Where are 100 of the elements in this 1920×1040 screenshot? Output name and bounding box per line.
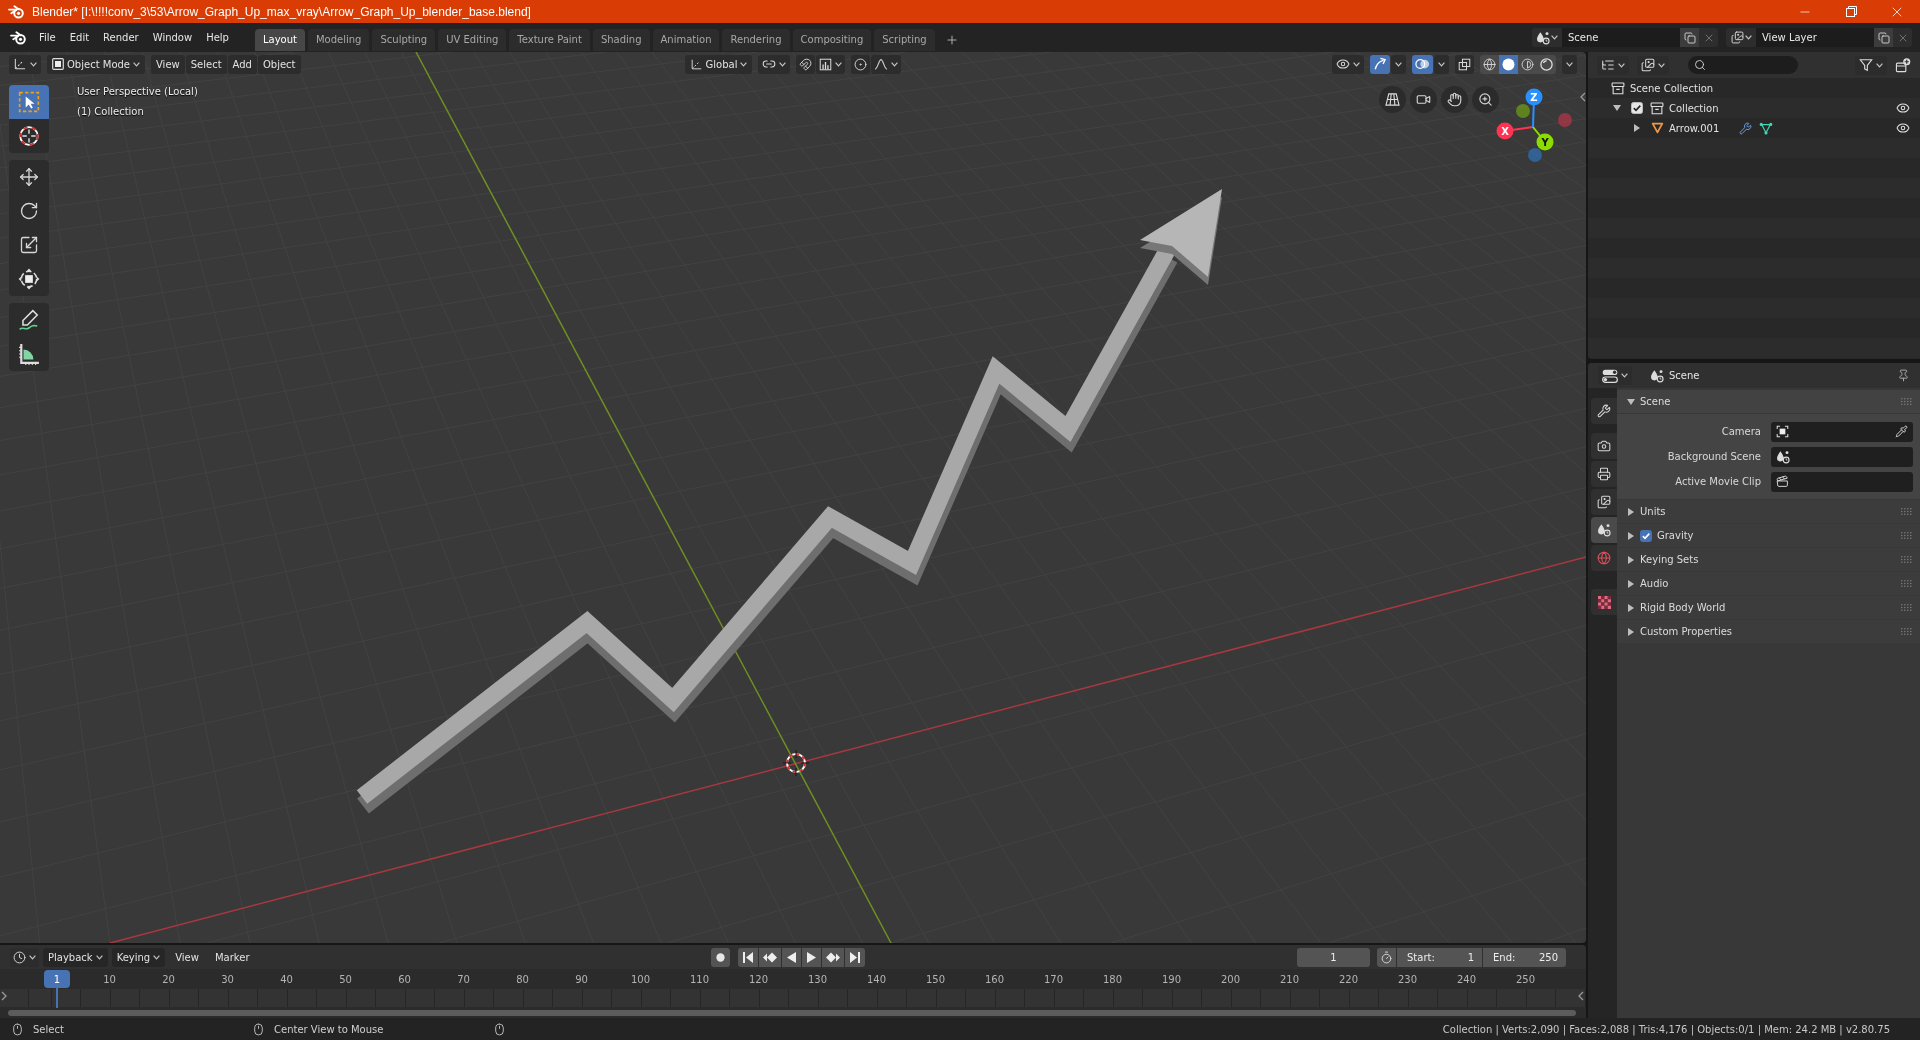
overlay-toggle[interactable]	[1412, 54, 1433, 74]
panel-header[interactable]: Scene	[1617, 390, 1920, 413]
scene-name-field[interactable]: Scene	[1562, 28, 1680, 47]
drag-handle-icon[interactable]	[1901, 604, 1912, 611]
properties-tab[interactable]	[1591, 517, 1617, 543]
end-frame-field[interactable]: End: 250	[1483, 947, 1566, 967]
menu-item[interactable]: Select	[185, 54, 227, 74]
visibility-dropdown[interactable]	[1332, 54, 1364, 74]
restore-icon[interactable]	[1845, 6, 1857, 17]
menu-item[interactable]: File	[32, 27, 63, 48]
panel-header[interactable]: Rigid Body World	[1617, 596, 1920, 619]
pivot-dropdown[interactable]	[758, 54, 791, 74]
previous-keyframe-button[interactable]	[759, 947, 781, 967]
disclosure-triangle-icon[interactable]	[1627, 603, 1635, 612]
navigation-button[interactable]	[1472, 86, 1499, 113]
gizmo-dropdown[interactable]	[1391, 54, 1406, 74]
disclosure-triangle-icon[interactable]	[1627, 397, 1635, 406]
navigation-button[interactable]	[1410, 86, 1437, 113]
disclosure-triangle-icon[interactable]	[1633, 124, 1641, 132]
shading-mode-button[interactable]	[1499, 54, 1518, 74]
scene-browse-button[interactable]	[1532, 28, 1562, 47]
menu-item[interactable]: View	[169, 947, 205, 967]
properties-tab[interactable]	[1591, 433, 1617, 459]
workspace-tab[interactable]: Animation	[652, 28, 720, 51]
workspace-tab[interactable]: Texture Paint	[509, 28, 590, 51]
axis-handle[interactable]: X	[1496, 122, 1534, 140]
menu-item[interactable]: Add	[227, 54, 257, 74]
navigation-button[interactable]	[1441, 86, 1468, 113]
horizontal-scrollbar[interactable]	[8, 1009, 1576, 1016]
proportional-edit-toggle[interactable]	[851, 54, 871, 74]
workspace-tab[interactable]: Rendering	[722, 28, 790, 51]
current-frame-marker[interactable]: 1	[44, 970, 70, 988]
menu-item[interactable]: View	[151, 54, 185, 74]
shading-mode-button[interactable]	[1518, 54, 1537, 74]
workspace-tab[interactable]: Shading	[592, 28, 650, 51]
menu-item[interactable]: Edit	[62, 27, 97, 48]
drag-handle-icon[interactable]	[1901, 532, 1912, 539]
drag-handle-icon[interactable]	[1901, 628, 1912, 635]
panel-header[interactable]: Audio	[1617, 572, 1920, 595]
checkbox[interactable]	[1640, 529, 1652, 542]
outliner-item[interactable]: Arrow.001	[1669, 122, 1720, 134]
tool-button[interactable]	[9, 303, 49, 337]
plus-icon[interactable]	[944, 32, 959, 47]
editor-type-button[interactable]	[1598, 366, 1632, 385]
record-button[interactable]	[711, 947, 730, 967]
filter-dropdown[interactable]	[1855, 55, 1887, 75]
tool-button[interactable]	[9, 119, 49, 153]
play-reverse-button[interactable]	[782, 947, 801, 967]
outliner-item[interactable]: Collection	[1669, 102, 1719, 114]
axis-dot-icon[interactable]	[1516, 104, 1530, 118]
pin-icon[interactable]	[1897, 369, 1910, 382]
workspace-tab[interactable]: Scripting	[874, 28, 935, 51]
disclosure-triangle-icon[interactable]	[1627, 627, 1635, 636]
editor-type-button[interactable]	[10, 947, 39, 967]
eyedropper-icon[interactable]	[1895, 425, 1908, 438]
snap-target-dropdown[interactable]	[816, 54, 846, 74]
disclosure-triangle-icon[interactable]	[1627, 579, 1635, 588]
start-frame-field[interactable]: Start: 1	[1397, 947, 1482, 967]
menu-item[interactable]: Render	[96, 27, 146, 48]
disclosure-triangle-icon[interactable]	[1613, 104, 1621, 112]
view-layer-browse-button[interactable]	[1726, 28, 1756, 47]
remove-button[interactable]	[1699, 28, 1718, 47]
display-mode-dropdown[interactable]	[1597, 55, 1629, 75]
chevron-left-icon[interactable]	[1578, 991, 1584, 1001]
arrow-object-drawing[interactable]	[356, 189, 1222, 814]
panel-header[interactable]: Custom Properties	[1617, 620, 1920, 643]
menu-item[interactable]: Marker	[208, 947, 256, 967]
remove-button[interactable]	[1893, 28, 1912, 47]
tool-button[interactable]	[9, 262, 49, 296]
properties-tab[interactable]	[1591, 589, 1617, 615]
drag-handle-icon[interactable]	[1901, 508, 1912, 515]
drag-handle-icon[interactable]	[1901, 556, 1912, 563]
menu-item[interactable]: Help	[199, 27, 236, 48]
eye-icon[interactable]	[1896, 121, 1910, 135]
properties-tab[interactable]	[1591, 489, 1617, 515]
disclosure-triangle-icon[interactable]	[1627, 531, 1635, 540]
gizmo-toggle[interactable]	[1370, 54, 1390, 74]
falloff-dropdown[interactable]	[871, 54, 902, 74]
copy-button[interactable]	[1680, 28, 1699, 47]
menu-item[interactable]: Object	[257, 54, 301, 74]
navigation-button[interactable]	[1379, 86, 1406, 113]
panel-header[interactable]: Units	[1617, 500, 1920, 523]
jump-start-button[interactable]	[738, 947, 758, 967]
search-field[interactable]	[1688, 56, 1798, 74]
chevron-right-icon[interactable]	[1, 991, 7, 1001]
disclosure-triangle-icon[interactable]	[1627, 555, 1635, 564]
data-block-field[interactable]	[1771, 446, 1913, 467]
properties-tab[interactable]	[1591, 398, 1617, 424]
editor-type-button[interactable]	[9, 54, 41, 74]
workspace-tab[interactable]: UV Editing	[438, 28, 507, 51]
checkbox[interactable]	[1631, 102, 1643, 114]
workspace-tab[interactable]: Modeling	[307, 28, 370, 51]
data-block-field[interactable]	[1771, 471, 1913, 492]
wrench-icon[interactable]	[1739, 121, 1753, 135]
current-frame-field[interactable]: 1	[1297, 947, 1370, 967]
disclosure-triangle-icon[interactable]	[1627, 507, 1635, 516]
drag-handle-icon[interactable]	[1901, 580, 1912, 587]
outliner-item[interactable]: Scene Collection	[1630, 82, 1714, 94]
shading-dropdown[interactable]	[1562, 54, 1577, 74]
panel-header[interactable]: Keying Sets	[1617, 548, 1920, 571]
